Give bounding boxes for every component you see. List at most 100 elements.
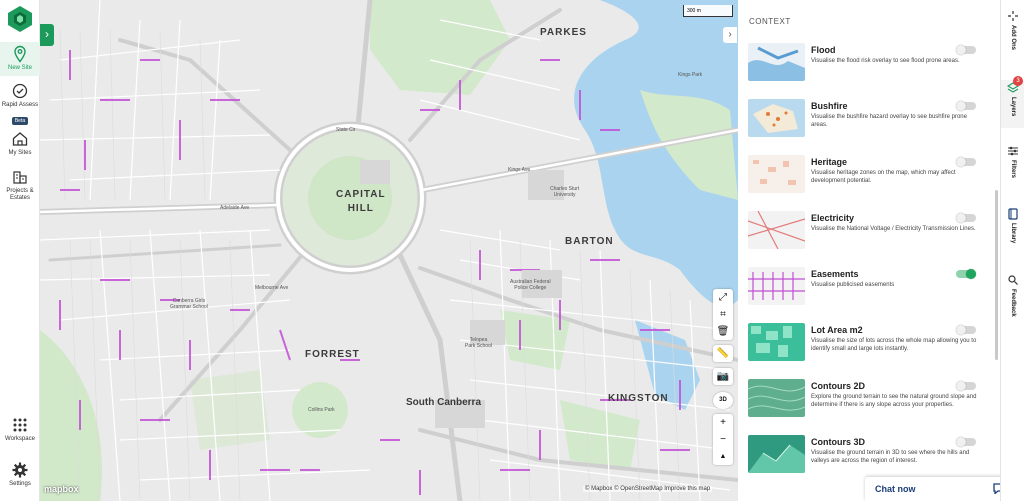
camera-icon[interactable]: 📷: [713, 368, 733, 385]
zoom-in-button[interactable]: +: [713, 414, 733, 431]
nav-projects-estates[interactable]: Projects & Estates: [0, 168, 40, 202]
panel-scrollbar[interactable]: [995, 190, 998, 360]
draw-line-tool[interactable]: ⤢: [713, 289, 733, 306]
3d-icon: 3D: [719, 397, 727, 403]
nav-label: Projects & Estates: [6, 188, 34, 201]
check-circle-icon: [12, 83, 28, 99]
layer-name: Contours 3D: [811, 437, 865, 447]
layer-toggle-flood[interactable]: [956, 45, 976, 55]
book-icon: [1008, 208, 1018, 220]
map-pin-icon: [14, 45, 26, 63]
layer-description: Visualise the ground terrain in 3D to se…: [811, 450, 970, 464]
delete-tool[interactable]: 🗑: [713, 323, 733, 340]
zoom-out-button[interactable]: −: [713, 431, 733, 448]
map-canvas[interactable]: CAPITAL HILL PARKES BARTON FORREST South…: [40, 0, 738, 501]
easements-thumbnail: [748, 267, 805, 305]
rail-filters[interactable]: Filters: [1001, 145, 1024, 178]
nav-label: New Site: [7, 65, 32, 71]
nav-label: Workspace: [5, 436, 35, 442]
layer-name: Electricity: [811, 213, 855, 223]
contours-2d-thumbnail: [748, 379, 805, 417]
label-kingston: KINGSTON: [608, 393, 669, 404]
rail-label: Filters: [1010, 160, 1016, 179]
layer-contours-2d: Contours 2D Explore the ground terrain t…: [748, 379, 988, 419]
panel-title: CONTEXT: [749, 17, 791, 26]
nav-settings[interactable]: Settings: [0, 461, 40, 488]
layer-toggle-electricity[interactable]: [956, 213, 976, 223]
label-charles-sturt-university: Charles Sturt University: [550, 186, 580, 198]
screenshot-toolbar: 📷: [713, 368, 733, 385]
layers-count-badge: 3: [1013, 76, 1023, 86]
nav-my-sites[interactable]: My Sites: [0, 130, 40, 157]
measure-toolbar: 📏: [713, 345, 733, 362]
gear-icon: [12, 462, 28, 478]
heritage-thumbnail: [748, 155, 805, 193]
label-melbourne-ave: Melbourne Ave: [255, 285, 289, 291]
nav-label: Rapid Assess: [1, 102, 39, 108]
ruler-icon[interactable]: 📏: [713, 345, 733, 362]
bushfire-thumbnail: [748, 99, 805, 137]
sliders-icon: [1008, 146, 1018, 156]
layer-description: Visualise the flood risk overlay to see …: [811, 58, 960, 64]
flood-thumbnail: [748, 43, 805, 81]
layer-flood: Flood Visualise the flood risk overlay t…: [748, 43, 988, 83]
layer-toggle-contours-3d[interactable]: [956, 437, 976, 447]
layer-description: Explore the ground terrain to see the na…: [811, 394, 977, 408]
label-kings-ave: Kings Ave: [508, 167, 531, 173]
layer-toggle-lot-area[interactable]: [956, 325, 976, 335]
lot-area-thumbnail: [748, 323, 805, 361]
crop-tool[interactable]: ⌗: [713, 306, 733, 323]
rail-feedback[interactable]: Feedback: [1001, 274, 1024, 317]
3d-toggle[interactable]: 3D: [713, 392, 733, 409]
nav-rapid-assess[interactable]: Rapid Assess Beta: [0, 82, 40, 127]
layer-toggle-easements[interactable]: [956, 269, 976, 279]
electricity-thumbnail: [748, 211, 805, 249]
grid-icon: [13, 418, 27, 432]
toggle-knob: [956, 101, 966, 111]
compass-icon[interactable]: ▲: [713, 448, 733, 465]
layer-name: Bushfire: [811, 101, 848, 111]
layer-toggle-bushfire[interactable]: [956, 101, 976, 111]
layer-heritage: Heritage Visualise heritage zones on the…: [748, 155, 988, 195]
layer-description: Visualise publicised easements: [811, 282, 895, 288]
layer-name: Contours 2D: [811, 381, 865, 391]
toggle-knob: [956, 213, 966, 223]
layer-toggle-heritage[interactable]: [956, 157, 976, 167]
layer-description: Visualise the National Voltage / Electri…: [811, 226, 976, 232]
search-chat-icon: [1008, 275, 1018, 285]
app-logo-icon[interactable]: [6, 5, 34, 33]
layer-name: Flood: [811, 45, 836, 55]
toggle-knob: [956, 381, 966, 391]
label-south-canberra: South Canberra: [406, 397, 482, 408]
layer-name: Heritage: [811, 157, 848, 167]
chat-widget[interactable]: Chat now: [865, 477, 1012, 501]
rail-library[interactable]: Library: [1001, 208, 1024, 243]
toggle-knob: [956, 157, 966, 167]
rail-label: Library: [1010, 223, 1016, 244]
rail-layers[interactable]: 3 Layers: [1001, 76, 1024, 128]
layer-name: Easements: [811, 269, 859, 279]
rail-label: Feedback: [1010, 289, 1016, 317]
label-adelaide-ave: Adelaide Ave: [220, 205, 250, 211]
label-canberra-girls-grammar: Canberra Girls Grammar School: [170, 298, 208, 310]
toggle-knob: [956, 45, 966, 55]
chat-label: Chat now: [875, 484, 916, 494]
toggle-knob: [956, 325, 966, 335]
rail-add-ons[interactable]: Add Ons: [1001, 10, 1024, 50]
toggle-knob: [956, 437, 966, 447]
collapse-panel-button[interactable]: ›: [723, 27, 737, 43]
right-rail: Add Ons 3 Layers Filters Library Feedbac…: [1000, 0, 1024, 501]
label-collins-park: Collins Park: [308, 407, 335, 413]
map-basemap: [40, 0, 738, 501]
nav-workspace[interactable]: Workspace: [0, 416, 40, 443]
label-parkes: PARKES: [540, 27, 587, 38]
layer-easements: Easements Visualise publicised easements: [748, 267, 988, 307]
park-area: [190, 370, 270, 450]
nav-new-site[interactable]: New Site: [0, 42, 40, 76]
label-telopea-park-school: Telopea Park School: [465, 337, 492, 349]
mapbox-logo[interactable]: mapbox: [44, 484, 79, 494]
map-attribution[interactable]: © Mapbox © OpenStreetMap Improve this ma…: [583, 486, 713, 492]
layer-toggle-contours-2d[interactable]: [956, 381, 976, 391]
label-capital-hill: CAPITAL HILL: [336, 189, 386, 214]
expand-nav-button[interactable]: ›: [40, 24, 54, 46]
